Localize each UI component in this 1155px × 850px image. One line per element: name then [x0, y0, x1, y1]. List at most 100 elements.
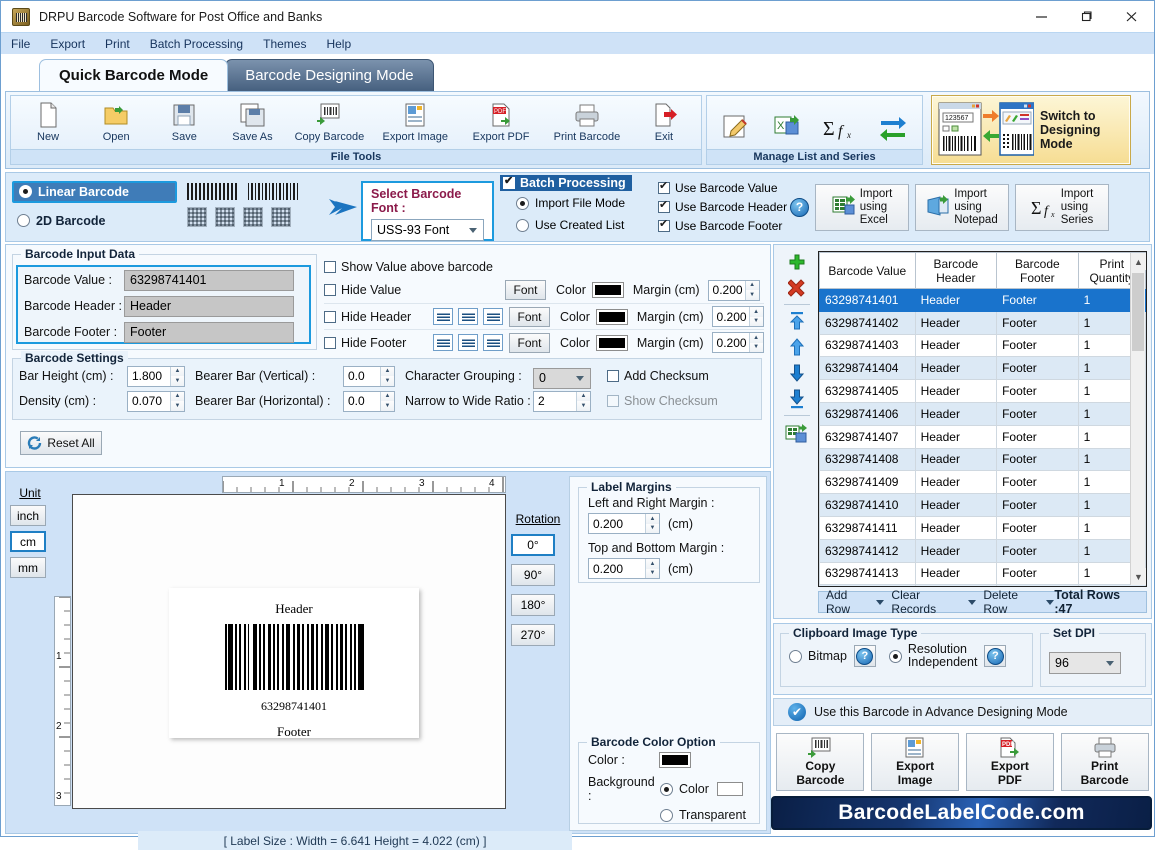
toolbar-exit[interactable]: Exit [630, 98, 698, 143]
clear-records-menu[interactable]: Clear Records [891, 588, 977, 616]
cell-barcode-value[interactable]: 63298741408 [819, 447, 916, 472]
radio-import-file-mode[interactable]: Import File Mode [500, 192, 658, 214]
bearer-vertical-spinner[interactable]: 0.0 ▲ ▼ [343, 365, 395, 387]
grid-vertical-scrollbar[interactable]: ▲ ▼ [1130, 253, 1146, 585]
barcode-footer-input[interactable]: Footer [124, 321, 294, 343]
narrow-wide-up-icon[interactable]: ▲ [577, 391, 590, 401]
cell-barcode-header[interactable]: Header [914, 470, 998, 495]
dpi-combobox[interactable]: 96 [1049, 652, 1121, 674]
footer-align-left-icon[interactable] [433, 334, 453, 351]
cell-barcode-header[interactable]: Header [914, 515, 998, 540]
minimize-button[interactable] [1019, 1, 1064, 32]
table-row[interactable]: 63298741403 Header Footer 1 [819, 333, 1146, 358]
scroll-down-icon[interactable]: ▼ [1131, 568, 1146, 585]
cell-barcode-header[interactable]: Header [914, 379, 998, 403]
cell-barcode-value[interactable]: 63298741407 [819, 424, 916, 449]
cell-barcode-header[interactable]: Header [914, 424, 998, 449]
value-color-swatch[interactable] [591, 282, 624, 298]
cell-barcode-value[interactable]: 63298741409 [819, 470, 916, 495]
lr-margin-down-icon[interactable]: ▼ [646, 523, 659, 533]
cell-barcode-header[interactable]: Header [914, 356, 998, 381]
cell-barcode-footer[interactable]: Footer [996, 538, 1079, 563]
label-canvas[interactable]: Header 63298741401 Footer [72, 494, 506, 809]
cell-barcode-value[interactable]: 63298741404 [819, 356, 916, 381]
cell-barcode-footer[interactable]: Footer [996, 493, 1079, 517]
value-font-button[interactable]: Font [505, 280, 546, 300]
batch-help-icon[interactable]: ? [790, 197, 809, 217]
swap-arrows-icon[interactable] [878, 112, 908, 142]
footer-font-button[interactable]: Font [509, 332, 550, 353]
bearer-v-down-icon[interactable]: ▼ [381, 376, 394, 386]
resolution-help-button[interactable]: ? [984, 645, 1007, 667]
menu-export[interactable]: Export [40, 35, 95, 53]
cell-print-quantity[interactable]: 1 [1077, 584, 1146, 586]
column-barcode-header[interactable]: Barcode Header [914, 252, 998, 289]
footer-margin-spinner[interactable]: 0.200 ▲ ▼ [711, 332, 764, 353]
table-row[interactable]: 63298741412 Header Footer 1 [819, 538, 1146, 563]
cell-barcode-value[interactable]: 63298741411 [819, 515, 916, 540]
toolbar-print-barcode[interactable]: Print Barcode [544, 98, 630, 143]
toolbar-new[interactable]: New [14, 98, 82, 143]
cell-barcode-footer[interactable]: Footer [996, 333, 1079, 358]
barcode-font-combobox[interactable]: USS-93 Font [371, 219, 484, 241]
checkbox-show-checksum[interactable]: Show Checksum [607, 394, 718, 408]
table-row[interactable]: 63298741410 Header Footer 1 [819, 493, 1146, 517]
bearer-horizontal-spinner[interactable]: 0.0 ▲ ▼ [343, 390, 395, 412]
cell-barcode-header[interactable]: Header [914, 561, 998, 586]
export-excel-icon[interactable] [778, 419, 816, 449]
close-button[interactable] [1109, 1, 1154, 32]
column-barcode-footer[interactable]: Barcode Footer [996, 252, 1079, 289]
export-pdf-button[interactable]: PDF Export PDF [965, 733, 1054, 791]
unit-mm-button[interactable]: mm [10, 557, 46, 578]
narrow-to-wide-spinner[interactable]: 2 ▲ ▼ [533, 390, 591, 412]
cell-barcode-header[interactable]: Header [914, 538, 998, 563]
move-to-top-icon[interactable] [778, 308, 816, 334]
export-image-button[interactable]: Export Image [871, 733, 960, 791]
bearer-h-down-icon[interactable]: ▼ [381, 401, 394, 411]
table-row[interactable]: 63298741408 Header Footer 1 [819, 447, 1146, 472]
column-barcode-value[interactable]: Barcode Value [819, 252, 916, 289]
bitmap-radio-dot[interactable] [789, 649, 802, 663]
barcode-color-swatch[interactable] [659, 752, 691, 768]
table-row[interactable]: 63298741404 Header Footer 1 [819, 356, 1146, 381]
toolbar-save-as[interactable]: Save As [218, 98, 286, 143]
table-row[interactable]: 63298741401 Header Footer 1 [819, 288, 1146, 312]
value-margin-down-icon[interactable]: ▼ [745, 290, 759, 300]
cell-barcode-header[interactable]: Header [914, 288, 998, 312]
bar-height-spinner[interactable]: 1.800 ▲ ▼ [127, 365, 185, 387]
toolbar-copy-barcode[interactable]: Copy Barcode [287, 98, 373, 143]
top-bottom-margin-spinner[interactable]: 0.200 ▲ ▼ [588, 558, 660, 579]
narrow-wide-down-icon[interactable]: ▼ [577, 401, 590, 411]
toolbar-open[interactable]: Open [82, 98, 150, 143]
tab-barcode-designing-mode[interactable]: Barcode Designing Mode [225, 59, 434, 91]
header-align-right-icon[interactable] [483, 308, 503, 325]
table-row[interactable]: 63298741402 Header Footer 1 [819, 310, 1146, 335]
radio-linear-barcode[interactable]: Linear Barcode [12, 180, 177, 203]
background-transparent-radio-dot[interactable] [660, 808, 673, 822]
checkbox-use-barcode-header[interactable]: Use Barcode Header [658, 197, 790, 216]
barcode-header-input[interactable]: Header [124, 295, 294, 317]
bearer-h-up-icon[interactable]: ▲ [381, 391, 394, 401]
cell-barcode-footer[interactable]: Footer [996, 288, 1079, 312]
cell-barcode-footer[interactable]: Footer [996, 401, 1079, 426]
radio-use-created-list[interactable]: Use Created List [500, 214, 658, 236]
cell-barcode-header[interactable]: Header [914, 310, 998, 335]
bar-height-down-icon[interactable]: ▼ [171, 376, 184, 386]
toolbar-export-image[interactable]: Export Image [372, 98, 458, 143]
print-barcode-button[interactable]: Print Barcode [1060, 733, 1149, 791]
menu-help[interactable]: Help [316, 35, 361, 53]
table-row[interactable]: 63298741413 Header Footer 1 [819, 561, 1146, 586]
rotation-180-button[interactable]: 180° [511, 594, 555, 616]
rotation-0-button[interactable]: 0° [511, 534, 555, 556]
cell-barcode-header[interactable]: Header [914, 333, 998, 358]
edit-list-icon[interactable] [721, 112, 751, 142]
density-up-icon[interactable]: ▲ [171, 391, 184, 401]
footer-align-right-icon[interactable] [483, 334, 503, 351]
menu-themes[interactable]: Themes [253, 35, 316, 53]
footer-align-center-icon[interactable] [458, 334, 478, 351]
cell-barcode-footer[interactable]: Footer [996, 584, 1079, 586]
background-color-radio-dot[interactable] [660, 782, 673, 796]
footer-margin-up-icon[interactable]: ▲ [749, 333, 763, 343]
table-row[interactable]: 63298741405 Header Footer 1 [819, 379, 1146, 403]
footer-color-swatch[interactable] [595, 334, 628, 351]
